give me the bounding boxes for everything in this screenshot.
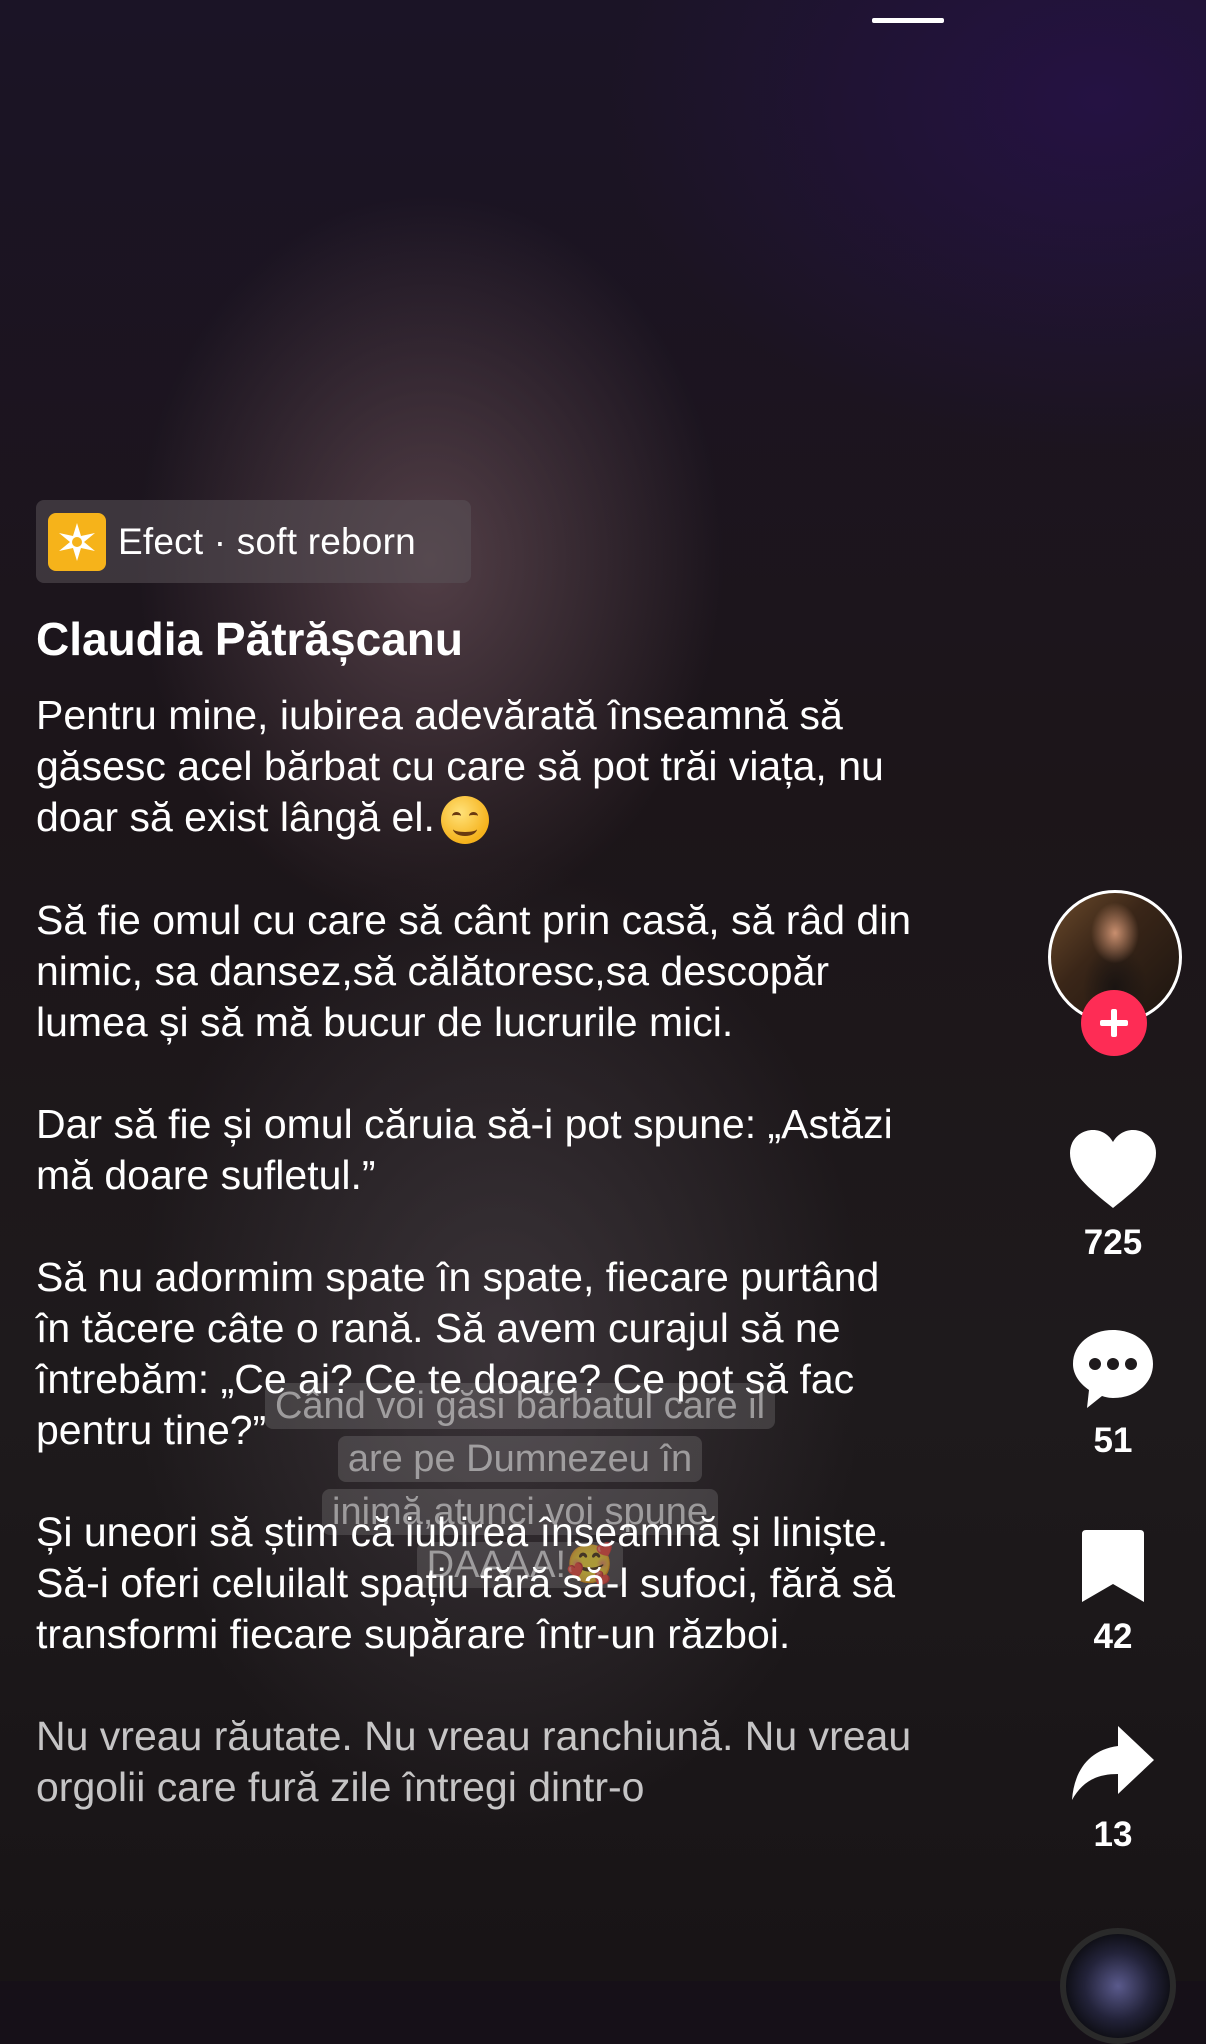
bookmark-icon <box>1082 1530 1144 1602</box>
smiling-face-emoji-icon <box>440 796 489 845</box>
caption-paragraph: Să fie omul cu care să cânt prin casă, s… <box>36 897 912 1046</box>
comment-count: 51 <box>1093 1421 1133 1460</box>
caption-paragraph: Și uneori să știm că iubirea înseamnă și… <box>36 1509 896 1658</box>
effect-label: Efect · soft reborn <box>118 520 416 562</box>
caption-paragraph: Nu vreau răutate. Nu vreau ranchiună. Nu… <box>36 1713 912 1811</box>
like-count: 725 <box>1083 1223 1143 1262</box>
save-button[interactable]: 42 <box>1050 1526 1176 1657</box>
caption-paragraph: Dar să fie și omul căruia să-i pot spune… <box>36 1101 893 1199</box>
effect-chip[interactable]: Efect · soft reborn <box>36 500 471 583</box>
follow-button[interactable] <box>1081 990 1147 1056</box>
share-count: 13 <box>1093 1815 1133 1854</box>
plus-icon <box>1100 1009 1128 1037</box>
comment-button[interactable]: 51 <box>1050 1326 1176 1461</box>
caption-paragraph: Să nu adormim spate în spate, fiecare pu… <box>36 1254 880 1454</box>
share-arrow-icon <box>1072 1726 1154 1800</box>
music-disc[interactable] <box>1060 1928 1176 2044</box>
post-caption[interactable]: Pentru mine, iubirea adevărată înseamnă … <box>36 690 916 1864</box>
author-username[interactable]: Claudia Pătrășcanu <box>36 612 463 666</box>
top-indicator-bar <box>872 18 944 23</box>
effect-sparkle-icon <box>48 512 106 571</box>
heart-icon <box>1070 1130 1156 1208</box>
comment-bubble-icon <box>1073 1330 1153 1408</box>
caption-paragraph: Pentru mine, iubirea adevărată înseamnă … <box>36 690 916 845</box>
save-count: 42 <box>1093 1617 1133 1656</box>
share-button[interactable]: 13 <box>1050 1722 1176 1855</box>
like-button[interactable]: 725 <box>1050 1128 1176 1263</box>
